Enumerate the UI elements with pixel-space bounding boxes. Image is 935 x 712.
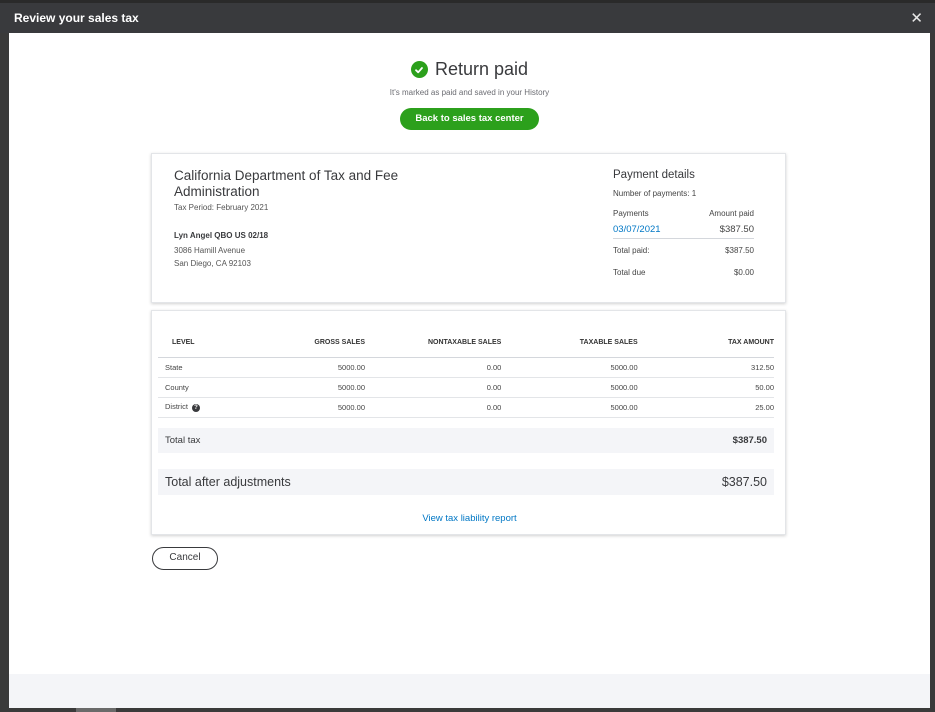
level-cell: State: [158, 357, 239, 378]
level-cell: County: [158, 377, 239, 398]
scroll-indicator: [76, 708, 116, 712]
return-summary-card: California Department of Tax and Fee Adm…: [151, 153, 786, 303]
total-paid-row: Total paid: $387.50: [613, 246, 754, 255]
cancel-button[interactable]: Cancel: [152, 547, 218, 570]
gross-sales-cell: 5000.00: [238, 397, 365, 418]
agency-name: California Department of Tax and Fee Adm…: [174, 168, 399, 199]
level-label: District: [165, 402, 188, 412]
total-tax-value: $387.50: [732, 435, 767, 446]
taxable-sales-cell: 5000.00: [501, 397, 638, 418]
nontaxable-sales-cell: 0.00: [365, 377, 502, 398]
total-tax-label: Total tax: [165, 435, 201, 446]
payment-count: Number of payments: 1: [613, 189, 697, 198]
tax-period: Tax Period: February 2021: [174, 203, 269, 212]
payment-row: 03/07/2021 $387.50: [613, 224, 754, 239]
tax-amount-cell: 312.50: [637, 357, 774, 378]
column-header-taxable-sales: TAXABLE SALES: [501, 329, 638, 358]
table-row: State 5000.00 0.00 5000.00 312.50: [158, 357, 774, 378]
total-paid-label: Total paid:: [613, 246, 650, 255]
nontaxable-sales-cell: 0.00: [365, 357, 502, 378]
column-header-tax-amount: TAX AMOUNT: [637, 329, 774, 358]
table-row: County 5000.00 0.00 5000.00 50.00: [158, 377, 774, 398]
dialog-body: Return paid It's marked as paid and save…: [9, 33, 930, 708]
table-header-row: LEVEL GROSS SALES NONTAXABLE SALES TAXAB…: [158, 329, 774, 358]
table-row: District ? 5000.00 0.00 5000.00 25.00: [158, 397, 774, 418]
payment-header-row: Payments Amount paid: [613, 209, 754, 218]
bottom-edge: [0, 708, 935, 712]
total-after-adjustments-value: $387.50: [721, 475, 767, 489]
check-circle-icon: [410, 61, 428, 78]
total-after-adjustments-label: Total after adjustments: [165, 475, 291, 489]
column-header-gross-sales: GROSS SALES: [238, 329, 365, 358]
status-heading: Return paid: [410, 59, 529, 80]
question-circle-icon[interactable]: ?: [192, 403, 201, 412]
dialog-footer: [9, 674, 930, 708]
payments-column-label: Payments: [613, 209, 649, 218]
company-name: Lyn Angel QBO US 02/18: [174, 231, 269, 240]
payment-amount: $387.50: [719, 224, 754, 235]
status-subtitle: It's marked as paid and saved in your Hi…: [389, 88, 550, 97]
tax-amount-cell: 25.00: [637, 397, 774, 418]
status-title: Return paid: [434, 59, 529, 79]
gross-sales-cell: 5000.00: [238, 377, 365, 398]
total-paid-value: $387.50: [725, 246, 754, 255]
taxable-sales-cell: 5000.00: [501, 377, 638, 398]
payment-details: Payment details Number of payments: 1 Pa…: [613, 169, 754, 277]
taxable-sales-cell: 5000.00: [501, 357, 638, 378]
nontaxable-sales-cell: 0.00: [365, 397, 502, 418]
column-header-nontaxable-sales: NONTAXABLE SALES: [365, 329, 502, 358]
view-tax-liability-report-link[interactable]: View tax liability report: [152, 513, 787, 524]
dialog-title: Review your sales tax: [14, 11, 139, 25]
total-due-label: Total due: [613, 268, 646, 277]
total-due-value: $0.00: [733, 268, 754, 277]
total-after-adjustments-row: Total after adjustments $387.50: [158, 469, 774, 495]
close-icon[interactable]: ✕: [910, 11, 923, 26]
address-line-1: 3086 Hamill Avenue: [174, 246, 246, 255]
column-header-level: LEVEL: [158, 329, 239, 358]
total-tax-row: Total tax $387.50: [158, 428, 774, 453]
address-line-2: San Diego, CA 92103: [174, 259, 251, 268]
total-due-row: Total due $0.00: [613, 268, 754, 277]
tax-breakdown-table: LEVEL GROSS SALES NONTAXABLE SALES TAXAB…: [158, 329, 774, 418]
tax-breakdown-card: LEVEL GROSS SALES NONTAXABLE SALES TAXAB…: [151, 310, 786, 535]
level-cell: District ?: [158, 397, 239, 418]
amount-paid-column-label: Amount paid: [709, 209, 754, 218]
payment-date-link[interactable]: 03/07/2021: [613, 224, 661, 235]
dialog-titlebar: Review your sales tax ✕: [0, 0, 935, 33]
gross-sales-cell: 5000.00: [238, 357, 365, 378]
back-to-sales-tax-center-button[interactable]: Back to sales tax center: [400, 108, 539, 130]
tax-amount-cell: 50.00: [637, 377, 774, 398]
payment-details-title: Payment details: [613, 169, 695, 181]
status-hero: Return paid It's marked as paid and save…: [9, 59, 930, 130]
